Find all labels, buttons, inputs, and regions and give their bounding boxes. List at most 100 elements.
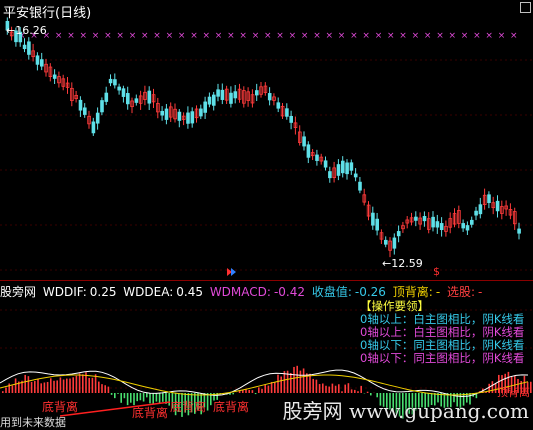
wddif-value: 0.25 <box>89 285 117 299</box>
signal-mark: × <box>289 31 297 41</box>
signal-mark: × <box>190 31 198 41</box>
candle-body <box>147 90 152 104</box>
candle-body <box>177 111 182 121</box>
candle-body <box>461 223 465 229</box>
pane-divider <box>0 280 533 281</box>
operation-guide: 【操作要领】 0轴以上：白主图相比，阴K线看 0轴以上：白主图相比，阴K线看 0… <box>360 300 533 365</box>
candle-body <box>164 108 169 120</box>
histogram-bar <box>318 384 321 393</box>
candle-body <box>113 79 117 86</box>
high-price-value: 16.26 <box>15 24 47 37</box>
signal-mark: × <box>252 31 260 41</box>
histogram-bar <box>142 393 145 402</box>
candle-body <box>431 216 435 228</box>
blue-triangle-icon <box>231 268 236 276</box>
signal-mark: × <box>350 31 358 41</box>
histogram-bar <box>312 378 314 393</box>
candle-body <box>220 89 225 100</box>
signal-mark: × <box>362 31 370 41</box>
histogram-bar <box>270 381 273 393</box>
candle-body <box>117 86 122 91</box>
histogram-bar <box>488 383 490 393</box>
top-divergence-value: - <box>435 285 441 299</box>
histogram-bar <box>267 385 270 393</box>
signal-mark: × <box>375 31 383 41</box>
histogram-bar <box>251 390 254 393</box>
signal-mark: × <box>449 31 457 41</box>
signal-mark: × <box>67 31 75 41</box>
candle-body <box>52 74 57 79</box>
candle-body <box>383 239 388 245</box>
signal-mark: × <box>116 31 124 41</box>
histogram-bar <box>126 393 129 406</box>
signal-mark: × <box>338 31 346 41</box>
signal-mark: × <box>412 31 420 41</box>
histogram-bar <box>101 384 103 393</box>
candle-body <box>358 181 362 191</box>
candle-body <box>517 228 521 234</box>
guide-line: 0轴以下：同主图相比，阴K线看 <box>360 351 525 365</box>
signal-mark: × <box>436 31 444 41</box>
signal-mark: × <box>80 31 88 41</box>
histogram-bar <box>283 371 286 393</box>
candle-body <box>422 216 427 222</box>
histogram-bar <box>357 391 359 393</box>
candle-body <box>474 210 478 216</box>
candle-body <box>340 160 345 174</box>
histogram-bar <box>117 393 119 394</box>
candle-body <box>95 112 100 124</box>
signal-mark: × <box>264 31 272 41</box>
signal-mark: × <box>276 31 284 41</box>
high-arrow: ← <box>6 24 16 37</box>
candle-body <box>78 99 83 111</box>
candle-body <box>186 112 190 124</box>
histogram-bar <box>155 393 158 402</box>
signal-mark: × <box>473 31 481 41</box>
candle-body <box>229 92 233 104</box>
histogram-bar <box>258 387 260 393</box>
histogram-bar <box>232 393 234 395</box>
histogram-bar <box>344 384 346 393</box>
histogram-bar <box>254 393 257 395</box>
close-value: -0.26 <box>354 285 386 299</box>
candle-body <box>267 93 272 101</box>
signal-mark: × <box>485 31 493 41</box>
histogram-bar <box>491 381 494 393</box>
histogram-bar <box>354 389 356 393</box>
signal-mark: × <box>104 31 112 41</box>
wdmacd-value: -0.42 <box>273 285 305 299</box>
candle-body <box>108 78 113 84</box>
candle-body <box>104 92 109 102</box>
low-price-value: 12.59 <box>391 257 423 270</box>
histogram-bar <box>325 385 327 393</box>
candle-body <box>478 204 483 215</box>
candle-body <box>134 98 139 103</box>
histogram-bar <box>123 393 126 399</box>
histogram-bar <box>360 385 362 393</box>
signal-mark: × <box>387 31 395 41</box>
histogram-bar <box>11 385 14 393</box>
histogram-bar <box>322 383 324 393</box>
candle-body <box>323 160 328 168</box>
histogram-bar <box>264 384 266 393</box>
candle-body <box>126 93 130 105</box>
histogram-bar <box>104 385 106 393</box>
histogram-bar <box>56 380 58 393</box>
histogram-bar <box>530 381 532 393</box>
histogram-bar <box>91 377 94 393</box>
signal-mark: × <box>203 31 211 41</box>
high-price-label: ←16.26 <box>6 24 47 37</box>
signal-markers: × × × × × × × × × × × × × × × × × × × × × × × × × × × × × × × × × × × × × × × ×… <box>18 31 518 41</box>
histogram-bar <box>98 381 100 393</box>
signal-mark: × <box>129 31 137 41</box>
histogram-bar <box>59 377 62 393</box>
histogram-bar <box>30 381 33 393</box>
candle-body <box>469 219 474 225</box>
wddea-label: WDDEA: <box>123 285 174 299</box>
candle-body <box>100 100 104 113</box>
histogram-bar <box>69 378 71 393</box>
candle-body <box>336 164 341 176</box>
low-price-label: ←12.59 <box>382 257 423 270</box>
indicator-name: 股旁网 <box>0 285 37 299</box>
candle-body <box>276 102 281 109</box>
